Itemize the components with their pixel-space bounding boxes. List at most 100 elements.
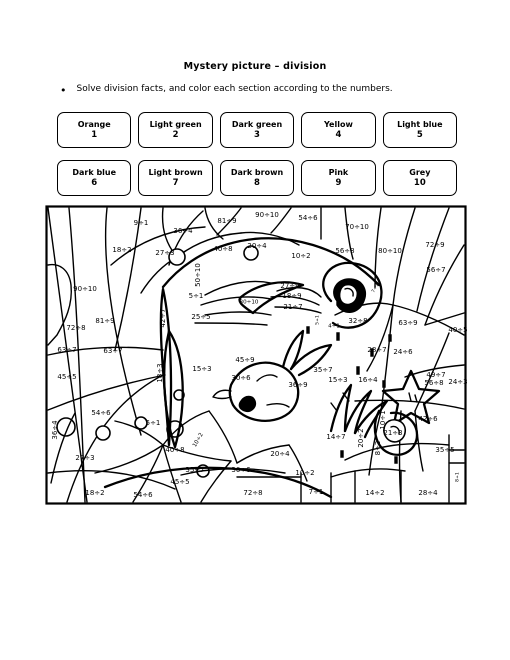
- legend-item-9[interactable]: Pink 9: [301, 160, 376, 196]
- region-label: 54÷6: [91, 409, 111, 417]
- region-label: 5÷1: [189, 292, 204, 300]
- legend-number: 4: [335, 129, 342, 140]
- region-label: 36÷4: [51, 420, 59, 440]
- region-label: 45÷5: [170, 478, 189, 486]
- legend-color-name: Light green: [149, 119, 202, 129]
- region-label: 14÷2: [365, 489, 384, 497]
- legend-number: 2: [172, 129, 179, 140]
- region-label: 35÷7: [185, 466, 204, 474]
- legend-color-name: Dark blue: [72, 167, 117, 177]
- region-label: 81÷9: [217, 217, 236, 225]
- legend-item-5[interactable]: Light blue 5: [382, 112, 458, 148]
- legend-color-name: Grey: [409, 167, 431, 177]
- color-legend-row-1: Orange 1 Light green 2 Dark green 3 Yell…: [57, 112, 458, 148]
- region-label: 90÷10: [73, 285, 97, 293]
- bullet-marker: •: [60, 84, 67, 97]
- region-label: 24÷6: [393, 348, 413, 356]
- legend-item-10[interactable]: Grey 10: [382, 160, 458, 196]
- region-label: 54÷6: [133, 491, 153, 499]
- legend-item-7[interactable]: Light brown 7: [138, 160, 213, 196]
- worksheet-page: Mystery picture – division • Solve divis…: [0, 0, 510, 660]
- region-label: 28÷7: [367, 346, 386, 354]
- region-label: 21÷3: [383, 429, 402, 437]
- region-label: 7÷1: [309, 488, 324, 496]
- color-legend-row-2: Dark blue 6 Light brown 7 Dark brown 8 P…: [57, 160, 458, 196]
- legend-number: 8: [254, 177, 260, 188]
- page-title: Mystery picture – division: [183, 61, 327, 72]
- region-label: 4÷1: [328, 324, 340, 330]
- region-label: 32÷8: [348, 317, 367, 325]
- region-label: 30÷10: [240, 300, 259, 306]
- region-label: 20÷4: [270, 450, 290, 458]
- region-label: 10÷1: [379, 410, 387, 429]
- region-label: 72÷9: [425, 241, 444, 249]
- region-label: 56÷8: [424, 379, 443, 387]
- region-label: 54÷6: [298, 214, 318, 222]
- region-label: 45÷9: [235, 356, 254, 364]
- legend-color-name: Light brown: [148, 167, 203, 177]
- region-label: 25÷5: [191, 313, 210, 321]
- region-label: 14÷7: [326, 433, 345, 441]
- region-label: 63÷7: [57, 346, 76, 354]
- legend-item-8[interactable]: Dark brown 8: [219, 160, 295, 196]
- legend-item-1[interactable]: Orange 1: [57, 112, 132, 148]
- region-label: 70÷10: [345, 223, 369, 231]
- legend-item-4[interactable]: Yellow 4: [301, 112, 376, 148]
- region-label: 18÷2: [112, 246, 131, 254]
- legend-number: 7: [172, 177, 179, 188]
- region-label: 42÷7: [159, 308, 167, 327]
- region-label: 90÷10: [255, 211, 279, 219]
- region-label: 10÷2: [291, 252, 310, 260]
- region-label: 30÷6: [231, 466, 251, 474]
- region-label: 27÷3: [155, 249, 174, 257]
- legend-number: 9: [335, 177, 342, 188]
- legend-color-name: Dark brown: [230, 167, 284, 177]
- legend-number: 10: [413, 177, 426, 188]
- region-label: 8÷2: [374, 441, 382, 456]
- region-label: 56÷7: [426, 266, 445, 274]
- region-label: 49÷7: [426, 371, 445, 379]
- legend-color-name: Pink: [328, 167, 349, 177]
- region-label: 27÷9: [280, 282, 299, 290]
- region-label: 72÷8: [66, 324, 85, 332]
- legend-number: 3: [254, 129, 260, 140]
- instruction-text: Solve division facts, and color each sec…: [76, 84, 393, 94]
- region-label: 35÷5: [435, 446, 454, 454]
- legend-color-name: Yellow: [323, 119, 353, 129]
- region-label: 63÷7: [103, 347, 122, 355]
- legend-number: 6: [91, 177, 98, 188]
- region-label: 36÷9: [288, 381, 307, 389]
- region-label: 9÷1: [134, 219, 149, 227]
- region-label: 42÷6: [418, 415, 438, 423]
- legend-color-name: Orange: [77, 119, 111, 129]
- region-label: 5÷1: [315, 315, 321, 325]
- region-label: 72÷8: [243, 489, 262, 497]
- region-label: 50÷10: [194, 263, 202, 287]
- puzzle-canvas[interactable]: 9÷1 36÷4 81÷9 90÷10 54÷6 70÷10 18÷2 27÷3…: [45, 205, 467, 505]
- legend-item-3[interactable]: Dark green 3: [219, 112, 295, 148]
- mystery-picture-grid[interactable]: 9÷1 36÷4 81÷9 90÷10 54÷6 70÷10 18÷2 27÷3…: [45, 205, 467, 505]
- instruction-row: • Solve division facts, and color each s…: [60, 84, 460, 96]
- legend-number: 1: [91, 129, 98, 140]
- region-label: 56÷8: [335, 247, 354, 255]
- legend-item-6[interactable]: Dark blue 6: [57, 160, 132, 196]
- legend-color-name: Dark green: [231, 119, 283, 129]
- region-label: 80÷10: [378, 247, 402, 255]
- region-label: 15÷3: [328, 376, 347, 384]
- region-label: 30÷6: [231, 374, 251, 382]
- legend-color-name: Light blue: [397, 119, 443, 129]
- region-label: 40÷8: [165, 446, 184, 454]
- region-label: 18÷2: [85, 489, 104, 497]
- region-label: 16÷4: [358, 376, 378, 384]
- legend-item-2[interactable]: Light green 2: [138, 112, 213, 148]
- bubble-circle: [95, 425, 111, 441]
- region-label: 10÷2: [295, 469, 314, 477]
- region-label: 40÷5: [448, 326, 467, 334]
- region-label: 15÷3: [192, 365, 211, 373]
- region-label: 24÷3: [448, 378, 467, 386]
- region-label: 18÷9: [282, 292, 301, 300]
- region-label: 63÷9: [398, 319, 417, 327]
- region-label: 35÷7: [313, 366, 332, 374]
- region-label: 21÷7: [283, 303, 302, 311]
- region-label: 20÷4: [247, 242, 267, 250]
